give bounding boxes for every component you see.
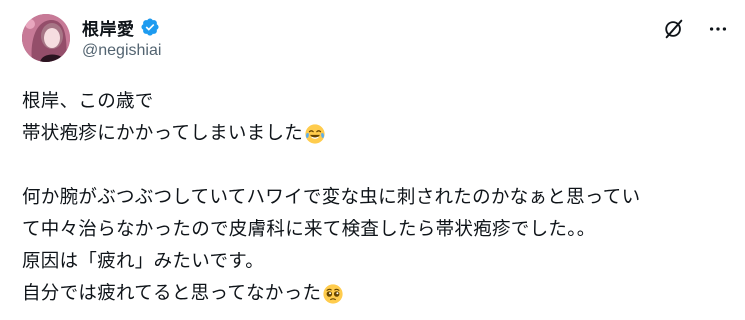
tweet-text: 根岸、この歳で 帯状疱疹にかかってしまいました 何か腕がぶつぶつしていてハワイで… <box>22 86 737 310</box>
tweet-line: 何か腕がぶつぶつしていてハワイで変な虫に刺されたのかなぁと思ってい <box>22 187 641 208</box>
verified-badge-icon <box>140 17 160 37</box>
top-actions <box>661 16 731 42</box>
tweet-line: 原因は「疲れ」みたいです。 <box>22 251 264 272</box>
grok-icon[interactable] <box>661 16 687 42</box>
handle[interactable]: @negishiai <box>82 42 161 60</box>
name-row: 根岸愛 <box>82 14 161 40</box>
tweet-line: て中々治らなかったので皮膚科に来て検査したら帯状疱疹でした。。 <box>22 219 596 240</box>
display-name[interactable]: 根岸愛 <box>82 15 135 40</box>
avatar[interactable] <box>22 14 70 62</box>
face-with-tears-of-joy-icon <box>304 123 326 145</box>
pleading-face-icon <box>322 283 344 305</box>
tweet-line: 根岸、この歳で <box>22 91 154 112</box>
author-block: 根岸愛 @negishiai <box>82 14 161 60</box>
tweet-card: 根岸愛 @negishiai 根岸、この歳で 帯状疱疹にかかってしまいました 何… <box>0 0 745 320</box>
tweet-line: 自分では疲れてると思ってなかった <box>22 278 737 310</box>
tweet-line: 帯状疱疹にかかってしまいました <box>22 118 737 150</box>
more-icon[interactable] <box>705 16 731 42</box>
